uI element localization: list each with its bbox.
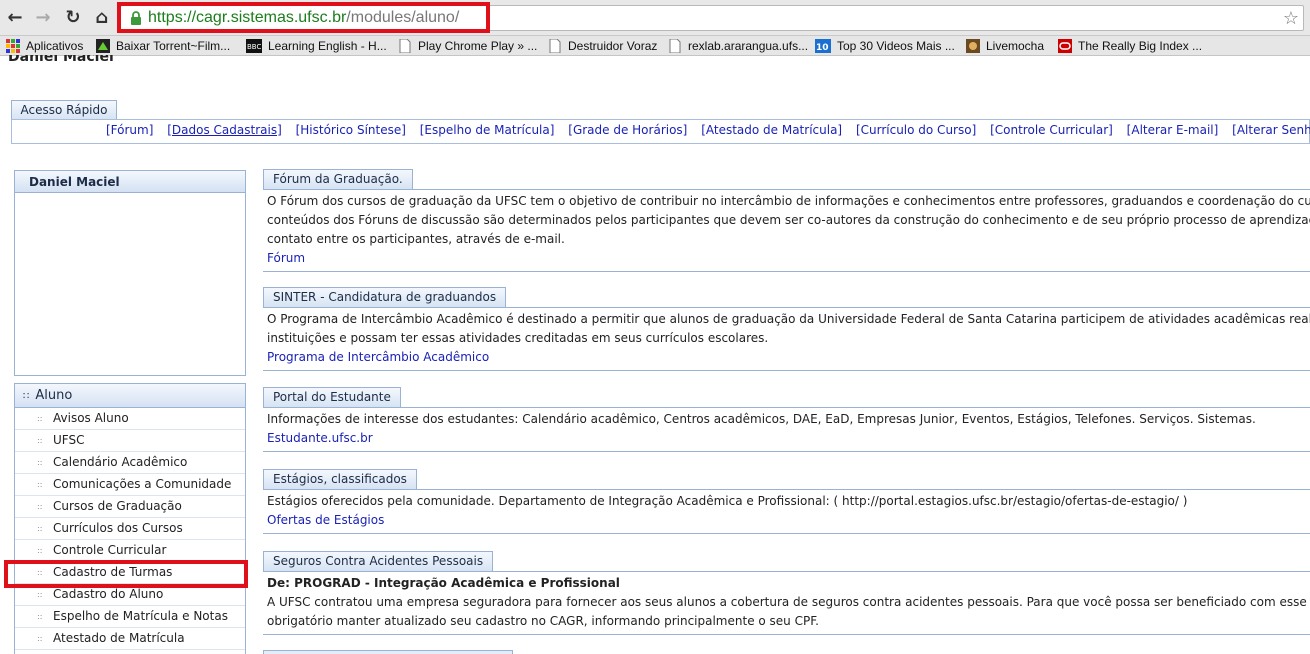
quick-link-atestado-matricula[interactable]: [Atestado de Matrícula] bbox=[701, 123, 842, 137]
forum-text-line: contato entre os participantes, através … bbox=[267, 232, 565, 246]
bbc-favicon: BBC bbox=[246, 39, 262, 53]
estudante-link[interactable]: Estudante.ufsc.br bbox=[267, 431, 373, 445]
quick-link-dados-cadastrais[interactable]: [Dados Cadastrais] bbox=[167, 123, 282, 137]
oracle-favicon bbox=[1058, 39, 1072, 53]
bookmark-label: Livemocha bbox=[986, 39, 1045, 53]
livemocha-favicon bbox=[966, 39, 980, 53]
bookmark-really-big-index[interactable]: The Really Big Index ... bbox=[1058, 38, 1202, 54]
bookmark-label: Learning English - H... bbox=[268, 39, 387, 53]
back-arrow-icon[interactable]: ← bbox=[3, 6, 27, 30]
page-icon bbox=[549, 39, 561, 53]
user-panel-title: Daniel Maciel bbox=[15, 171, 245, 193]
quick-access-bar: [Fórum] [Dados Cadastrais] [Histórico Sí… bbox=[11, 119, 1310, 144]
bookmark-label: Destruidor Voraz bbox=[568, 39, 658, 53]
grip-dots-icon: ∷ bbox=[23, 391, 30, 402]
svg-text:10: 10 bbox=[816, 43, 829, 53]
ten-plus-favicon: 10 bbox=[815, 39, 831, 53]
page-icon bbox=[399, 39, 411, 53]
user-name-heading: Daniel Maciel bbox=[8, 55, 114, 65]
bookmark-label: The Really Big Index ... bbox=[1078, 39, 1203, 53]
menu-item-cursos-graduacao[interactable]: Cursos de Graduação bbox=[15, 496, 245, 518]
user-panel: Daniel Maciel bbox=[14, 170, 246, 376]
sinter-text-line: instituições e possam ter essas atividad… bbox=[267, 331, 769, 345]
bookmark-label: Top 30 Videos Mais ... bbox=[837, 39, 955, 53]
bookmark-label: rexlab.ararangua.ufs... bbox=[688, 39, 809, 53]
forum-text-line: conteúdos dos Fóruns de discussão são de… bbox=[267, 213, 1310, 227]
bookmark-label: Play Chrome Play » ... bbox=[418, 39, 538, 53]
estagios-section-title: Estágios, classificados bbox=[263, 469, 417, 489]
menu-item-espelho-matricula-notas[interactable]: Espelho de Matrícula e Notas bbox=[15, 606, 245, 628]
seguros-text-line: obrigatório manter atualizado seu cadast… bbox=[267, 614, 819, 628]
seguros-from-line: De: PROGRAD - Integração Acadêmica e Pro… bbox=[267, 576, 620, 590]
menu-item-curriculos[interactable]: Currículos dos Cursos bbox=[15, 518, 245, 540]
menu-item-comunicacoes[interactable]: Comunicações a Comunidade bbox=[15, 474, 245, 496]
quick-access-tab[interactable]: Acesso Rápido bbox=[11, 100, 117, 120]
forum-section-title: Fórum da Graduação. bbox=[263, 169, 413, 189]
sinter-text-line: O Programa de Intercâmbio Acadêmico é de… bbox=[267, 312, 1310, 326]
bookmark-top30[interactable]: 10 Top 30 Videos Mais ... bbox=[815, 38, 955, 54]
reload-icon[interactable]: ↻ bbox=[61, 6, 85, 30]
bookmark-livemocha[interactable]: Livemocha bbox=[966, 38, 1044, 54]
forum-link[interactable]: Fórum bbox=[267, 251, 305, 265]
quick-link-historico-sintese[interactable]: [Histórico Síntese] bbox=[296, 123, 406, 137]
cadastro-turmas-highlight-box bbox=[4, 560, 248, 588]
bookmark-chrome-play[interactable]: Play Chrome Play » ... bbox=[398, 38, 537, 54]
aluno-menu-title: Aluno bbox=[35, 388, 73, 403]
menu-item-ufsc[interactable]: UFSC bbox=[15, 430, 245, 452]
ofertas-estagios-link[interactable]: Ofertas de Estágios bbox=[267, 513, 384, 527]
quick-link-alterar-email[interactable]: [Alterar E-mail] bbox=[1127, 123, 1219, 137]
menu-item-avisos-aluno[interactable]: Avisos Aluno bbox=[15, 408, 245, 430]
quick-link-grade-horarios[interactable]: [Grade de Horários] bbox=[568, 123, 687, 137]
quick-link-curriculo-curso[interactable]: [Currículo do Curso] bbox=[856, 123, 976, 137]
bookmark-star-icon[interactable]: ☆ bbox=[1283, 8, 1299, 29]
forward-arrow-icon[interactable]: → bbox=[31, 6, 55, 30]
forum-section: Fórum da Graduação. O Fórum dos cursos d… bbox=[263, 169, 1310, 272]
bookmarks-bar: Aplicativos Baixar Torrent~Film... BBC Le… bbox=[0, 36, 1310, 56]
menu-item-atestado-matricula[interactable]: Atestado de Matrícula bbox=[15, 628, 245, 650]
apps-grid-icon bbox=[6, 39, 20, 53]
aluno-menu: ∷ Aluno Avisos Aluno UFSC Calendário Acad… bbox=[14, 383, 246, 654]
browser-toolbar: ← → ↻ ⌂ https://cagr.sistemas.ufsc.br/mo… bbox=[0, 0, 1310, 36]
quick-link-alterar-senha[interactable]: [Alterar Senha] bbox=[1232, 123, 1310, 137]
bookmark-torrent[interactable]: Baixar Torrent~Film... bbox=[96, 38, 230, 54]
menu-item-controle-curricular[interactable]: Controle Curricular bbox=[15, 540, 245, 562]
estagios-text-line: Estágios oferecidos pela comunidade. Dep… bbox=[267, 494, 1188, 508]
forum-text-line: O Fórum dos cursos de graduação da UFSC … bbox=[267, 194, 1310, 208]
torrent-favicon bbox=[96, 39, 110, 53]
bookmark-label: Aplicativos bbox=[26, 39, 84, 53]
next-section-tab bbox=[263, 650, 513, 654]
intercambio-link[interactable]: Programa de Intercâmbio Acadêmico bbox=[267, 350, 489, 364]
bookmark-label: Baixar Torrent~Film... bbox=[116, 39, 231, 53]
portal-section-title: Portal do Estudante bbox=[263, 387, 401, 407]
quick-link-forum[interactable]: [Fórum] bbox=[106, 123, 153, 137]
aluno-menu-header[interactable]: ∷ Aluno bbox=[15, 384, 245, 408]
sinter-section-title: SINTER - Candidatura de graduandos bbox=[263, 287, 507, 307]
url-highlight-box bbox=[117, 2, 490, 33]
portal-text-line: Informações de interesse dos estudantes:… bbox=[267, 412, 1256, 426]
bookmark-rexlab[interactable]: rexlab.ararangua.ufs... bbox=[668, 38, 808, 54]
portal-section: Portal do Estudante Informações de inter… bbox=[263, 387, 1310, 452]
page-icon bbox=[669, 39, 681, 53]
bookmark-destruidor[interactable]: Destruidor Voraz bbox=[548, 38, 657, 54]
sinter-section: SINTER - Candidatura de graduandos O Pro… bbox=[263, 287, 1310, 371]
quick-link-espelho-matricula[interactable]: [Espelho de Matrícula] bbox=[420, 123, 555, 137]
seguros-section-title: Seguros Contra Acidentes Pessoais bbox=[263, 551, 494, 571]
menu-item-calendario[interactable]: Calendário Acadêmico bbox=[15, 452, 245, 474]
seguros-text-line: A UFSC contratou uma empresa seguradora … bbox=[267, 595, 1310, 609]
estagios-section: Estágios, classificados Estágios ofereci… bbox=[263, 469, 1310, 534]
bookmark-aplicativos[interactable]: Aplicativos bbox=[6, 38, 83, 54]
home-icon[interactable]: ⌂ bbox=[90, 6, 114, 30]
svg-text:BBC: BBC bbox=[247, 43, 261, 51]
seguros-section: Seguros Contra Acidentes Pessoais De: PR… bbox=[263, 551, 1310, 635]
bookmark-bbc[interactable]: BBC Learning English - H... bbox=[246, 38, 387, 54]
quick-link-controle-curricular[interactable]: [Controle Curricular] bbox=[990, 123, 1113, 137]
